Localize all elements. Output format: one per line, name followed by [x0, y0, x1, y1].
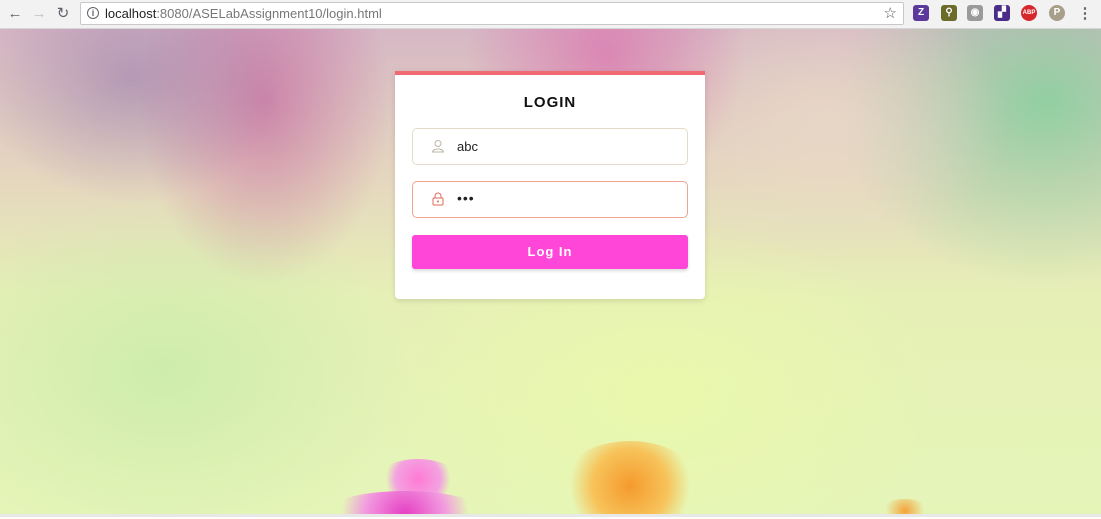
- extension-p-icon[interactable]: P: [1049, 5, 1065, 21]
- address-bar[interactable]: i localhost:8080/ASELabAssignment10/logi…: [80, 2, 904, 25]
- page-background: LOGIN abc ••• Log In: [0, 29, 1101, 517]
- username-value: abc: [457, 139, 478, 154]
- reload-icon[interactable]: ↻: [54, 5, 72, 23]
- flower-image: [560, 441, 700, 517]
- username-field[interactable]: abc: [412, 128, 688, 165]
- info-icon[interactable]: i: [87, 7, 99, 19]
- extension-graph-icon[interactable]: ▞: [994, 5, 1010, 21]
- password-field[interactable]: •••: [412, 181, 688, 218]
- menu-dots-icon[interactable]: ⋮: [1076, 5, 1094, 23]
- page-bottom-edge: [0, 514, 1101, 517]
- back-arrow-icon[interactable]: ←: [6, 5, 24, 23]
- login-title: LOGIN: [523, 94, 577, 111]
- extension-z-icon[interactable]: Z: [913, 5, 929, 21]
- url-host: localhost: [105, 6, 157, 21]
- extension-keep-icon[interactable]: ⚲: [941, 5, 957, 21]
- extension-abp-icon[interactable]: ABP: [1021, 5, 1037, 21]
- url-path: :8080/ASELabAssignment10/login.html: [156, 6, 382, 21]
- extension-camera-icon[interactable]: ◉: [967, 5, 983, 21]
- login-button[interactable]: Log In: [412, 235, 688, 269]
- login-card: LOGIN abc ••• Log In: [395, 71, 705, 299]
- browser-toolbar: ← → ↻ i localhost:8080/ASELabAssignment1…: [0, 0, 1101, 29]
- forward-arrow-icon[interactable]: →: [30, 5, 48, 23]
- address-url[interactable]: localhost:8080/ASELabAssignment10/login.…: [105, 6, 382, 21]
- user-icon: [431, 140, 445, 153]
- password-value: •••: [457, 190, 475, 206]
- lock-icon: [432, 192, 444, 206]
- star-icon[interactable]: ☆: [884, 4, 897, 22]
